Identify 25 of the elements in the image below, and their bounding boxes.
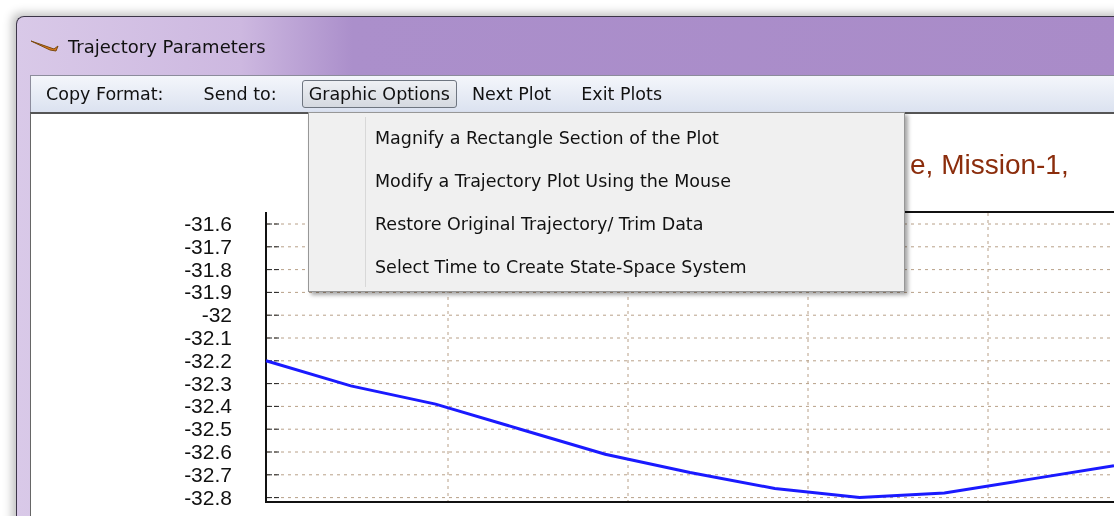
menu-item[interactable]: Graphic Options: [301, 80, 457, 108]
menu-option[interactable]: Magnify a Rectangle Section of the Plot: [309, 116, 904, 159]
menu-option[interactable]: Modify a Trajectory Plot Using the Mouse: [309, 159, 904, 202]
chart-title: e, Mission-1,: [910, 149, 1069, 180]
menu-item[interactable]: Exit Plots: [574, 80, 670, 108]
y-tick-label: -32.6: [184, 440, 232, 463]
y-tick-label: -31.6: [184, 212, 232, 235]
menu-option[interactable]: Select Time to Create State-Space System: [309, 245, 904, 288]
y-tick-label: -32.2: [184, 348, 232, 372]
y-tick-label: -32.1: [184, 326, 232, 349]
y-tick-label: -31.9: [184, 280, 232, 304]
feather-icon: [30, 39, 60, 53]
y-tick-label: -32.5: [184, 417, 232, 441]
menu-item[interactable]: Send to:: [196, 80, 284, 108]
y-tick-label: -32.4: [184, 394, 232, 418]
window-title: Trajectory Parameters: [68, 35, 266, 57]
menu-option[interactable]: Restore Original Trajectory/ Trim Data: [309, 202, 904, 245]
y-tick-label: -32.7: [184, 462, 232, 486]
y-tick-label: -32: [201, 303, 232, 327]
y-tick-label: -32.8: [184, 485, 232, 509]
menu-item[interactable]: Next Plot: [464, 80, 559, 108]
menu-item[interactable]: Copy Format:: [39, 80, 171, 108]
y-tick-label: -32.3: [184, 371, 232, 395]
y-tick-label: -31.8: [184, 257, 232, 281]
y-tick-label: -31.7: [184, 234, 232, 258]
